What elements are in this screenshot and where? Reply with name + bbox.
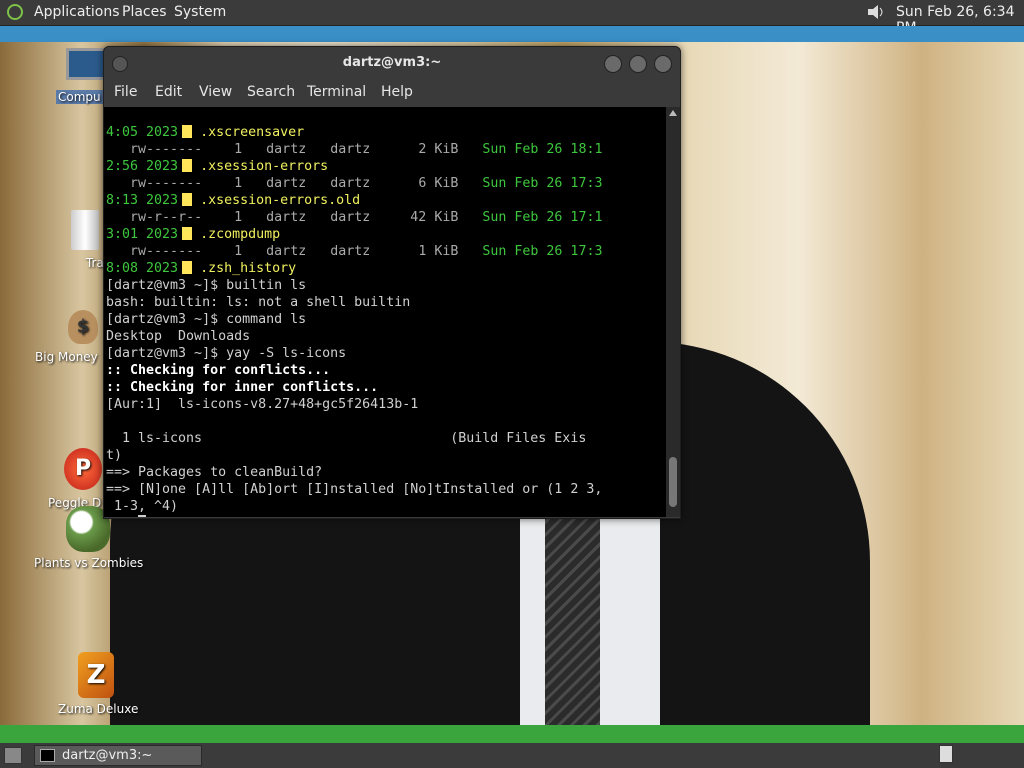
system-menu[interactable]: System <box>174 4 226 20</box>
menu-view[interactable]: View <box>199 84 232 100</box>
terminal-line: rw------- 1 dartz dartz 1 KiB Sun Feb 26… <box>130 244 603 259</box>
volume-icon[interactable] <box>866 3 886 21</box>
menu-terminal[interactable]: Terminal <box>307 84 366 100</box>
terminal-line: [Aur:1] ls-icons-v8.27+48+gc5f26413b-1 <box>106 397 419 412</box>
menu-search[interactable]: Search <box>247 84 295 100</box>
terminal-icon <box>40 749 55 762</box>
file-icon <box>182 261 193 274</box>
workspace-switcher-icon[interactable] <box>939 745 953 763</box>
desktop-icon-label: Big Money <box>35 350 98 364</box>
terminal-line: :: Checking for inner conflicts... <box>106 380 379 395</box>
terminal-line: 3:01 2023 .zcompdump <box>106 227 281 242</box>
file-icon <box>182 227 193 240</box>
terminal-line: 4:05 2023 .xscreensaver <box>106 125 305 140</box>
terminal-line: Desktop Downloads <box>106 329 251 344</box>
desktop-icon-label: Zuma Deluxe <box>58 702 139 716</box>
show-desktop-icon[interactable] <box>4 747 22 764</box>
bottom-panel: dartz@vm3:~ <box>0 743 1024 768</box>
top-panel: Applications Places System Sun Feb 26, 6… <box>0 0 1024 36</box>
minimize-button[interactable] <box>604 55 622 73</box>
terminal-line: [dartz@vm3 ~]$ command ls <box>106 312 307 327</box>
applications-menu[interactable]: Applications <box>34 4 120 20</box>
places-menu[interactable]: Places <box>122 4 167 20</box>
terminal-line: 8:13 2023 .xsession-errors.old <box>106 193 361 208</box>
file-icon <box>182 193 193 206</box>
terminal-scrollbar[interactable] <box>666 107 680 517</box>
window-menu-icon[interactable] <box>112 56 128 72</box>
cursor <box>138 515 147 517</box>
terminal-line: [dartz@vm3 ~]$ yay -S ls-icons <box>106 346 347 361</box>
terminal-line: rw------- 1 dartz dartz 2 KiB Sun Feb 26… <box>130 142 603 157</box>
trash-icon <box>71 210 99 250</box>
terminal-line: ==> [N]one [A]ll [Ab]ort [I]nstalled [No… <box>106 482 603 497</box>
desktop-icon-big-money[interactable]: $ Big Money <box>30 310 110 364</box>
desktop-icon-label: Plants vs Zombies <box>34 556 144 570</box>
close-button[interactable] <box>654 55 672 73</box>
terminal-line: bash: builtin: ls: not a shell builtin <box>106 295 411 310</box>
desktop-icon-zuma[interactable]: Z Zuma Deluxe <box>52 652 142 716</box>
scrollbar-thumb[interactable] <box>669 457 677 507</box>
terminal-line: ==> <box>106 515 666 517</box>
money-bag-icon: $ <box>68 310 98 344</box>
taskbar-window-label: dartz@vm3:~ <box>62 748 153 763</box>
distro-logo-icon[interactable] <box>7 4 23 20</box>
terminal-output: 4:05 2023 .xscreensaver rw------- 1 dartz… <box>104 107 666 517</box>
file-icon <box>182 125 193 138</box>
maximize-button[interactable] <box>629 55 647 73</box>
terminal-line: ==> Packages to cleanBuild? <box>106 465 323 480</box>
window-title: dartz@vm3:~ <box>342 55 442 70</box>
terminal-line: [dartz@vm3 ~]$ builtin ls <box>106 278 307 293</box>
menu-file[interactable]: File <box>114 84 137 100</box>
zuma-icon: Z <box>78 652 114 698</box>
taskbar-window-button[interactable]: dartz@vm3:~ <box>34 745 202 766</box>
peggle-icon: P <box>64 448 102 490</box>
terminal-line: 1-3, ^4) <box>106 499 179 514</box>
menu-edit[interactable]: Edit <box>155 84 182 100</box>
scroll-up-icon[interactable] <box>669 110 677 116</box>
terminal-line: rw------- 1 dartz dartz 6 KiB Sun Feb 26… <box>130 176 603 191</box>
terminal-line: 1 ls-icons (Build Files Exis <box>106 431 587 446</box>
top-accent-strip <box>0 26 1024 42</box>
terminal-screen[interactable]: 4:05 2023 .xscreensaver rw------- 1 dartz… <box>104 107 666 517</box>
terminal-line: :: Checking for conflicts... <box>106 363 331 378</box>
bottom-accent-strip <box>0 725 1024 743</box>
terminal-window[interactable]: dartz@vm3:~ File Edit View Search Termin… <box>103 46 681 519</box>
computer-icon <box>66 48 106 80</box>
terminal-menubar: File Edit View Search Terminal Help <box>104 79 680 107</box>
file-icon <box>182 159 193 172</box>
terminal-line: 2:56 2023 .xsession-errors <box>106 159 329 174</box>
wallpaper-tie <box>545 512 600 725</box>
menu-help[interactable]: Help <box>381 84 413 100</box>
terminal-line: rw-r--r-- 1 dartz dartz 42 KiB Sun Feb 2… <box>130 210 603 225</box>
terminal-line: t) <box>106 448 123 463</box>
terminal-line: 8:08 2023 .zsh_history <box>106 261 297 276</box>
